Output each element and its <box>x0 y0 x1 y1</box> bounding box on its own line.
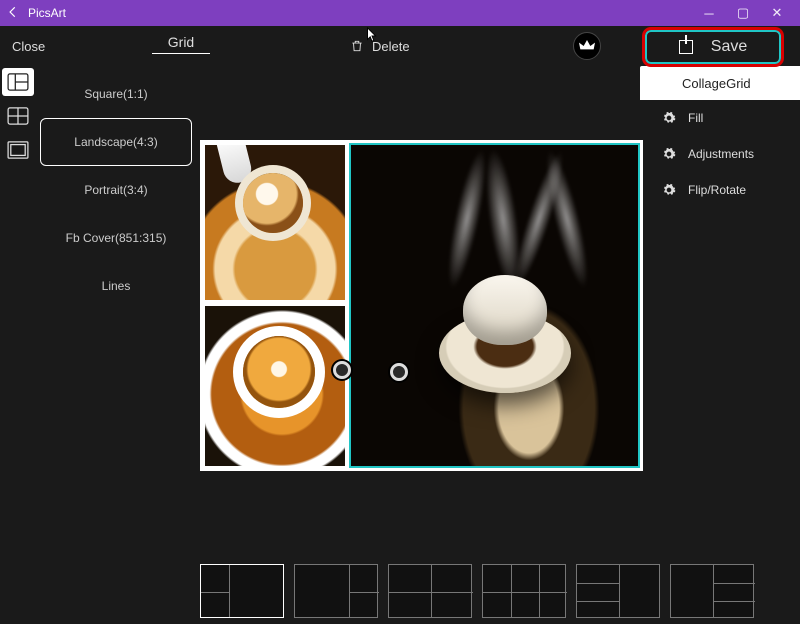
canvas-area <box>196 66 640 558</box>
template-thumb[interactable] <box>670 564 754 618</box>
premium-button[interactable] <box>573 32 601 60</box>
share-icon <box>679 40 693 54</box>
image-coffee-steam <box>351 145 638 466</box>
gear-icon <box>662 111 676 125</box>
grid-handle[interactable] <box>390 363 408 381</box>
image-latte-art <box>205 306 345 466</box>
collage-cell-3[interactable] <box>351 145 638 466</box>
ratio-option-portrait[interactable]: Portrait(3:4) <box>40 166 192 214</box>
minimize-button[interactable]: ─ <box>692 6 726 21</box>
back-icon[interactable] <box>6 5 20 22</box>
gear-icon <box>662 183 676 197</box>
template-thumb[interactable] <box>482 564 566 618</box>
right-option-fliprotate[interactable]: Flip/Rotate <box>640 172 800 208</box>
save-label: Save <box>711 38 747 56</box>
delete-label: Delete <box>372 39 410 54</box>
template-thumb[interactable] <box>294 564 378 618</box>
ratio-option-lines[interactable]: Lines <box>40 262 192 310</box>
collage-cell-2[interactable] <box>205 306 345 466</box>
mode-grid-a-button[interactable] <box>2 68 34 96</box>
collage-canvas[interactable] <box>200 140 643 471</box>
grid-handle[interactable] <box>333 361 351 379</box>
right-panel-title[interactable]: CollageGrid <box>640 66 800 100</box>
maximize-button[interactable]: ▢ <box>726 5 760 21</box>
gear-icon <box>662 147 676 161</box>
ratio-option-landscape[interactable]: Landscape(4:3) <box>40 118 192 166</box>
toolbar: Close Grid Delete Save <box>0 26 800 66</box>
crown-icon <box>579 40 595 52</box>
ratio-panel: Square(1:1) Landscape(4:3) Portrait(3:4)… <box>36 66 196 558</box>
template-thumb[interactable] <box>200 564 284 618</box>
close-button[interactable]: Close <box>12 39 70 54</box>
grid-tab[interactable]: Grid <box>152 34 210 54</box>
collage-cell-1[interactable] <box>205 145 345 300</box>
right-panel: CollageGrid Fill Adjustments Flip/Rotate <box>640 66 800 558</box>
ratio-option-square[interactable]: Square(1:1) <box>40 70 192 118</box>
mode-grid-b-button[interactable] <box>2 102 34 130</box>
template-tray <box>0 558 800 624</box>
image-latte-pour <box>205 145 345 300</box>
app-title: PicsArt <box>28 6 66 20</box>
mode-icon-column <box>0 66 36 558</box>
ratio-option-fbcover[interactable]: Fb Cover(851:315) <box>40 214 192 262</box>
template-thumb[interactable] <box>388 564 472 618</box>
delete-button[interactable]: Delete <box>350 38 410 54</box>
titlebar: PicsArt ─ ▢ ✕ <box>0 0 800 26</box>
right-option-fill[interactable]: Fill <box>640 100 800 136</box>
trash-icon <box>350 38 364 54</box>
save-button[interactable]: Save <box>645 30 781 64</box>
close-window-button[interactable]: ✕ <box>760 5 794 21</box>
mode-frame-button[interactable] <box>2 136 34 164</box>
template-thumb[interactable] <box>576 564 660 618</box>
right-option-adjustments[interactable]: Adjustments <box>640 136 800 172</box>
